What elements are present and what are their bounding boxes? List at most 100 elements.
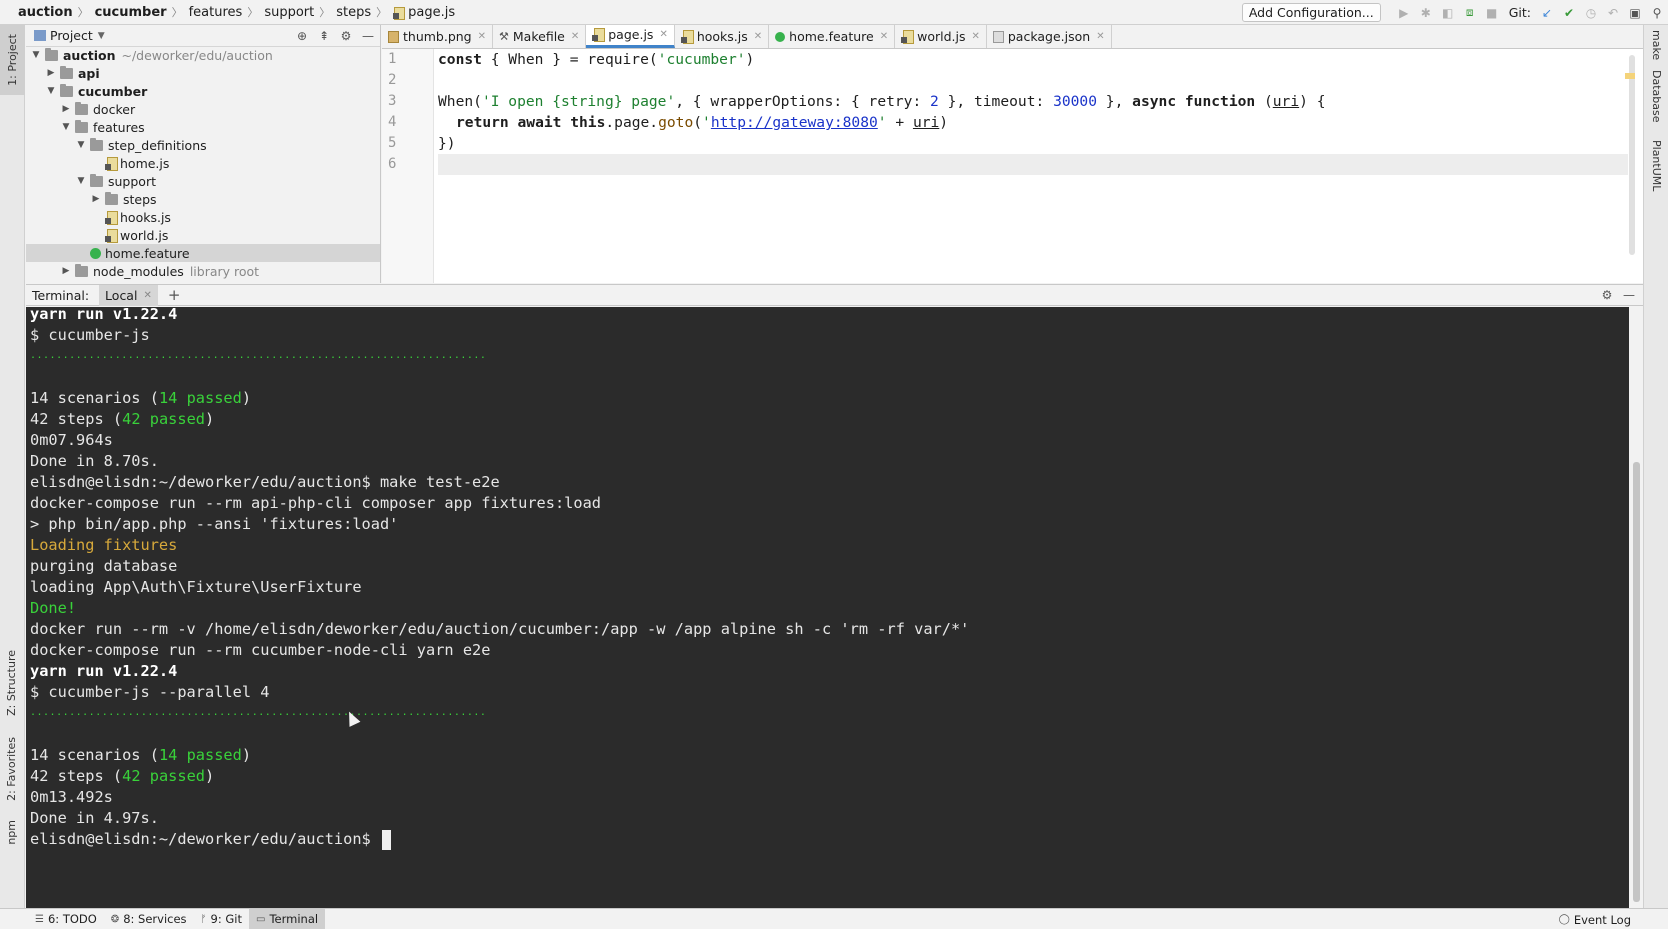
- editor-tab-bar: thumb.png ✕ ⚒ Makefile ✕ page.js ✕ hooks.js ✕ hom…: [382, 25, 1643, 49]
- close-icon[interactable]: ✕: [143, 290, 151, 301]
- chevron-down-icon[interactable]: ▼: [98, 31, 105, 41]
- project-panel-header: Project ▼ ⊕ ⇞ ⚙ —: [26, 25, 380, 47]
- git-history-icon[interactable]: ◷: [1583, 5, 1599, 21]
- terminal-output[interactable]: yarn run v1.22.4 $ cucumber-js .........…: [26, 307, 1629, 908]
- editor-tab-thumb-png[interactable]: thumb.png ✕: [382, 25, 494, 48]
- terminal-prompt-line[interactable]: elisdn@elisdn:~/deworker/edu/auction$: [30, 828, 391, 850]
- tree-item-home-js[interactable]: home.js: [26, 154, 380, 172]
- code-area[interactable]: const { When } = require('cucumber') Whe…: [438, 49, 1628, 283]
- expand-arrow-icon[interactable]: ▼: [45, 86, 57, 96]
- gear-icon[interactable]: ⚙: [338, 28, 354, 44]
- collapse-arrow-icon[interactable]: ▶: [60, 104, 72, 114]
- tool-button-todo[interactable]: ☰ 6: TODO: [28, 909, 104, 929]
- tree-item-steps[interactable]: ▶ steps: [26, 190, 380, 208]
- code-token: ': [702, 114, 711, 131]
- editor-tab-hooks-js[interactable]: hooks.js ✕: [675, 25, 770, 48]
- breadcrumb-item-auction[interactable]: auction: [18, 5, 73, 20]
- locate-file-icon[interactable]: ⊕: [294, 28, 310, 44]
- code-line-3[interactable]: When('I open {string} page', { wrapperOp…: [438, 91, 1325, 112]
- tool-button-services[interactable]: ❂ 8: Services: [104, 909, 194, 929]
- project-structure-icon[interactable]: ▣: [1627, 5, 1643, 21]
- tool-tab-project[interactable]: 1: Project: [0, 25, 25, 95]
- close-icon[interactable]: ✕: [971, 31, 979, 42]
- tool-tab-make[interactable]: make: [1650, 30, 1663, 60]
- stop-icon[interactable]: ■: [1484, 5, 1500, 21]
- close-icon[interactable]: ✕: [754, 31, 762, 42]
- minimize-icon[interactable]: —: [1621, 287, 1637, 303]
- breadcrumb-item-features[interactable]: features: [189, 5, 243, 20]
- tool-button-git[interactable]: ᚠ 9: Git: [194, 909, 249, 929]
- tree-item-label: cucumber: [78, 83, 148, 99]
- breadcrumb-item-support[interactable]: support: [264, 5, 314, 20]
- tree-item-docker[interactable]: ▶ docker: [26, 100, 380, 118]
- breadcrumb-item-cucumber[interactable]: cucumber: [95, 5, 167, 20]
- breadcrumb-item-steps[interactable]: steps: [336, 5, 371, 20]
- code-line-1[interactable]: const { When } = require('cucumber'): [438, 49, 754, 70]
- tree-item-features[interactable]: ▼ features: [26, 118, 380, 136]
- close-icon[interactable]: ✕: [1096, 31, 1104, 42]
- minimize-icon[interactable]: —: [360, 28, 376, 44]
- expand-arrow-icon[interactable]: ▼: [75, 176, 87, 186]
- scrollbar-thumb[interactable]: [1633, 462, 1640, 902]
- tree-item-api[interactable]: ▶ api: [26, 64, 380, 82]
- run-icon[interactable]: ▶: [1396, 5, 1412, 21]
- editor-tab-home-feature[interactable]: home.feature ✕: [769, 25, 896, 48]
- tree-item-hooks-js[interactable]: hooks.js: [26, 208, 380, 226]
- tool-tab-npm[interactable]: npm: [5, 820, 18, 845]
- terminal-line: elisdn@elisdn:~/deworker/edu/auction$ ma…: [30, 473, 500, 491]
- editor-tab-package-json[interactable]: package.json ✕: [987, 25, 1112, 48]
- tool-tab-favorites[interactable]: 2: Favorites: [5, 737, 18, 801]
- expand-arrow-icon[interactable]: ▼: [30, 50, 42, 60]
- tree-item-node-modules[interactable]: ▶ node_modules library root: [26, 262, 380, 280]
- code-line-6-current[interactable]: [438, 154, 1628, 175]
- tree-item-world-js[interactable]: world.js: [26, 226, 380, 244]
- add-configuration-button[interactable]: Add Configuration...: [1241, 3, 1381, 22]
- terminal-icon: ▭: [256, 913, 266, 925]
- coverage-icon[interactable]: ◧: [1440, 5, 1456, 21]
- git-commit-icon[interactable]: ✔: [1561, 5, 1577, 21]
- editor-tab-makefile[interactable]: ⚒ Makefile ✕: [493, 25, 587, 48]
- tool-button-terminal[interactable]: ▭ Terminal: [249, 908, 326, 929]
- collapse-arrow-icon[interactable]: ▶: [60, 266, 72, 276]
- tool-tab-structure[interactable]: Z: Structure: [5, 650, 18, 716]
- tree-item-step-definitions[interactable]: ▼ step_definitions: [26, 136, 380, 154]
- terminal-scrollbar[interactable]: [1629, 307, 1643, 908]
- editor-tab-world-js[interactable]: world.js ✕: [895, 25, 987, 48]
- collapse-all-icon[interactable]: ⇞: [316, 28, 332, 44]
- tree-item-auction[interactable]: ▼ auction ~/deworker/edu/auction: [26, 46, 380, 64]
- editor-tab-label: page.js: [608, 27, 654, 42]
- close-icon[interactable]: ✕: [880, 31, 888, 42]
- tool-button-event-log[interactable]: ◯ Event Log: [1552, 909, 1638, 929]
- close-icon[interactable]: ✕: [478, 31, 486, 42]
- profiler-icon[interactable]: ⧈: [1462, 5, 1478, 21]
- git-rollback-icon[interactable]: ↶: [1605, 5, 1621, 21]
- tree-item-home-feature[interactable]: home.feature: [26, 244, 380, 262]
- close-icon[interactable]: ✕: [571, 31, 579, 42]
- editor-warning-marker[interactable]: [1625, 73, 1635, 79]
- expand-arrow-icon[interactable]: ▼: [75, 140, 87, 150]
- tool-tab-database[interactable]: Database: [1650, 70, 1663, 123]
- debug-icon[interactable]: ✱: [1418, 5, 1434, 21]
- editor-scrollbar[interactable]: [1629, 55, 1635, 255]
- project-view-selector[interactable]: Project: [50, 28, 93, 43]
- terminal-text: ): [205, 767, 215, 785]
- breadcrumb-item-page-js[interactable]: page.js: [393, 5, 455, 20]
- breadcrumb-label: support: [264, 4, 315, 20]
- code-url-link[interactable]: http://gateway:8080: [711, 114, 878, 131]
- code-line-5[interactable]: }): [438, 133, 456, 154]
- tree-item-cucumber[interactable]: ▼ cucumber: [26, 82, 380, 100]
- close-icon[interactable]: ✕: [659, 29, 667, 40]
- terminal-tab-local[interactable]: Local ✕: [99, 284, 158, 306]
- gear-icon[interactable]: ⚙: [1599, 287, 1615, 303]
- collapse-arrow-icon[interactable]: ▶: [90, 194, 102, 204]
- editor-tab-page-js[interactable]: page.js ✕: [586, 25, 675, 48]
- search-icon[interactable]: ⚲: [1649, 5, 1665, 21]
- tool-tab-plantuml[interactable]: PlantUML: [1650, 140, 1663, 191]
- new-terminal-tab-icon[interactable]: +: [168, 286, 181, 304]
- code-token: ): [939, 114, 949, 131]
- collapse-arrow-icon[interactable]: ▶: [45, 68, 57, 78]
- expand-arrow-icon[interactable]: ▼: [60, 122, 72, 132]
- git-update-icon[interactable]: ↙: [1539, 5, 1555, 21]
- tree-item-support[interactable]: ▼ support: [26, 172, 380, 190]
- code-line-4[interactable]: return await this.page.goto('http://gate…: [438, 112, 948, 133]
